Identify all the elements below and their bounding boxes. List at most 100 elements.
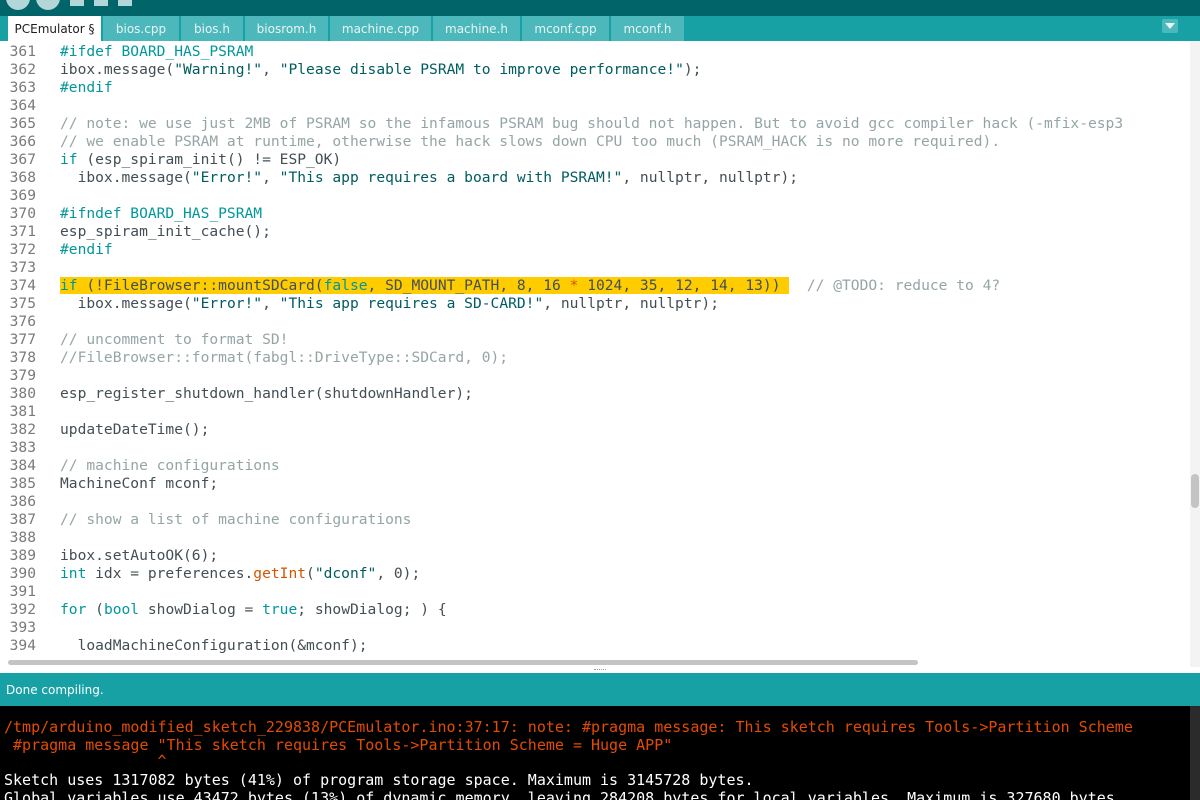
line-code: // note: we use just 2MB of PSRAM so the… bbox=[60, 115, 1124, 132]
line-number: 368 bbox=[9, 169, 36, 186]
line-number: 377 bbox=[9, 331, 36, 348]
line-code: for (bool showDialog = true; showDialog;… bbox=[60, 601, 447, 618]
output-console[interactable]: /tmp/arduino_modified_sketch_229838/PCEm… bbox=[0, 706, 1200, 800]
line-number: 378 bbox=[9, 349, 36, 366]
tab-bar: PCEmulator § bios.cpp bios.h biosrom.h m… bbox=[0, 16, 1200, 41]
line-code: //FileBrowser::format(fabgl::DriveType::… bbox=[60, 349, 509, 366]
line-code: int idx = preferences.getInt("dconf", 0)… bbox=[60, 565, 421, 582]
line-code: ibox.message("Error!", "This app require… bbox=[60, 295, 719, 312]
line-number: 365 bbox=[9, 115, 36, 132]
open-sketch-button[interactable] bbox=[94, 0, 108, 6]
code-line: 383 bbox=[0, 439, 1190, 457]
line-code: #endif bbox=[60, 79, 113, 96]
line-code: // uncomment to format SD! bbox=[60, 331, 289, 348]
save-sketch-button[interactable] bbox=[118, 0, 132, 6]
code-line: 375 ibox.message("Error!", "This app req… bbox=[0, 295, 1190, 313]
grip-icon bbox=[594, 669, 606, 672]
code-line: 389 ibox.setAutoOK(6); bbox=[0, 547, 1190, 565]
line-number: 386 bbox=[9, 493, 36, 510]
console-scrollbar[interactable] bbox=[1190, 706, 1200, 800]
line-code: // we enable PSRAM at runtime, otherwise… bbox=[60, 133, 1001, 150]
code-line-highlighted: 374 if (!FileBrowser::mountSDCard(false, … bbox=[0, 277, 1190, 295]
code-line: 386 bbox=[0, 493, 1190, 511]
line-code: #ifndef BOARD_HAS_PSRAM bbox=[60, 205, 263, 222]
console-line: Global variables use 43472 bytes (13%) o… bbox=[4, 789, 1124, 800]
line-number: 380 bbox=[9, 385, 36, 402]
code-line: 365 // note: we use just 2MB of PSRAM so … bbox=[0, 115, 1190, 133]
line-number: 383 bbox=[9, 439, 36, 456]
tab-bios-cpp[interactable]: bios.cpp bbox=[103, 16, 180, 41]
line-code: // show a list of machine configurations bbox=[60, 511, 412, 528]
line-code: updateDateTime(); bbox=[60, 421, 210, 438]
tab-mconf-h[interactable]: mconf.h bbox=[611, 16, 685, 41]
code-line: 361 #ifdef BOARD_HAS_PSRAM bbox=[0, 43, 1190, 61]
line-number: 370 bbox=[9, 205, 36, 222]
upload-button[interactable] bbox=[36, 0, 60, 10]
code-line: 376 bbox=[0, 313, 1190, 331]
code-editor[interactable]: 361 #ifdef BOARD_HAS_PSRAM 362 ibox.messag… bbox=[0, 41, 1190, 657]
line-number: 390 bbox=[9, 565, 36, 582]
tab-bios-h[interactable]: bios.h bbox=[181, 16, 244, 41]
line-number: 379 bbox=[9, 367, 36, 384]
console-line: ^ bbox=[4, 752, 167, 770]
line-number: 364 bbox=[9, 97, 36, 114]
chevron-down-icon[interactable] bbox=[1162, 19, 1178, 33]
code-line: 385 MachineConf mconf; bbox=[0, 475, 1190, 493]
verify-button[interactable] bbox=[6, 0, 30, 10]
code-line: 368 ibox.message("Error!", "This app req… bbox=[0, 169, 1190, 187]
line-code: #endif bbox=[60, 241, 113, 258]
vertical-scroll-thumb[interactable] bbox=[1191, 474, 1199, 508]
code-line: 367 if (esp_spiram_init() != ESP_OK) bbox=[0, 151, 1190, 169]
line-code: loadMachineConfiguration(&mconf); bbox=[60, 637, 368, 654]
line-code: MachineConf mconf; bbox=[60, 475, 219, 492]
line-number: 382 bbox=[9, 421, 36, 438]
code-line: 378 //FileBrowser::format(fabgl::DriveTyp… bbox=[0, 349, 1190, 367]
code-line: 393 bbox=[0, 619, 1190, 637]
line-number: 394 bbox=[9, 637, 36, 654]
line-number: 367 bbox=[9, 151, 36, 168]
line-number: 373 bbox=[9, 259, 36, 276]
line-number: 374 bbox=[9, 277, 36, 294]
code-line: 366 // we enable PSRAM at runtime, otherw… bbox=[0, 133, 1190, 151]
tab-mconf-cpp[interactable]: mconf.cpp bbox=[522, 16, 610, 41]
editor-vertical-scrollbar[interactable] bbox=[1190, 41, 1200, 673]
line-code: #ifdef BOARD_HAS_PSRAM bbox=[60, 43, 254, 60]
code-line: 377 // uncomment to format SD! bbox=[0, 331, 1190, 349]
code-line: 391 bbox=[0, 583, 1190, 601]
toolbar bbox=[0, 0, 1200, 16]
tab-pcemulator[interactable]: PCEmulator § bbox=[8, 16, 102, 41]
tab-machine-cpp[interactable]: machine.cpp bbox=[330, 16, 432, 41]
line-code: if (!FileBrowser::mountSDCard(false, SD_… bbox=[60, 277, 1001, 294]
code-line: 392 for (bool showDialog = true; showDial… bbox=[0, 601, 1190, 619]
line-number: 369 bbox=[9, 187, 36, 204]
line-code: esp_spiram_init_cache(); bbox=[60, 223, 271, 240]
line-code: ibox.setAutoOK(6); bbox=[60, 547, 219, 564]
code-line: 364 bbox=[0, 97, 1190, 115]
console-line: /tmp/arduino_modified_sketch_229838/PCEm… bbox=[4, 718, 1133, 736]
code-line: 371 esp_spiram_init_cache(); bbox=[0, 223, 1190, 241]
code-line: 394 loadMachineConfiguration(&mconf); bbox=[0, 637, 1190, 655]
line-number: 361 bbox=[9, 43, 36, 60]
tab-biosrom-h[interactable]: biosrom.h bbox=[245, 16, 329, 41]
line-number: 372 bbox=[9, 241, 36, 258]
line-code: if (esp_spiram_init() != ESP_OK) bbox=[60, 151, 342, 168]
line-code: ibox.message("Warning!", "Please disable… bbox=[60, 61, 702, 78]
line-number: 392 bbox=[9, 601, 36, 618]
status-bar: Done compiling. bbox=[0, 673, 1200, 706]
horizontal-scroll-thumb[interactable] bbox=[8, 660, 918, 665]
code-line: 363 #endif bbox=[0, 79, 1190, 97]
editor-horizontal-scrollbar[interactable] bbox=[0, 657, 1190, 667]
line-number: 363 bbox=[9, 79, 36, 96]
code-line: 379 bbox=[0, 367, 1190, 385]
line-number: 389 bbox=[9, 547, 36, 564]
line-number: 384 bbox=[9, 457, 36, 474]
line-number: 371 bbox=[9, 223, 36, 240]
tab-machine-h[interactable]: machine.h bbox=[433, 16, 521, 41]
code-line: 390 int idx = preferences.getInt("dconf",… bbox=[0, 565, 1190, 583]
new-sketch-button[interactable] bbox=[70, 0, 84, 6]
code-line: 384 // machine configurations bbox=[0, 457, 1190, 475]
line-number: 388 bbox=[9, 529, 36, 546]
console-line: Sketch uses 1317082 bytes (41%) of progr… bbox=[4, 771, 754, 789]
code-line: 369 bbox=[0, 187, 1190, 205]
line-number: 387 bbox=[9, 511, 36, 528]
